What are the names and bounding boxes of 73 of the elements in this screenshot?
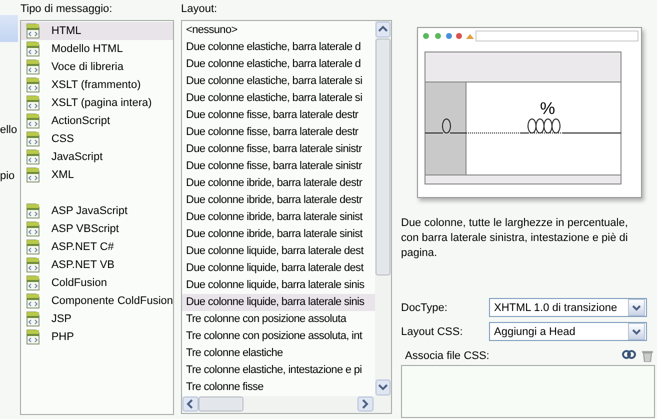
message-type-item[interactable]: ColdFusion [21,274,173,292]
message-type-item[interactable]: JSP [21,310,173,328]
layout-item[interactable]: Due colonne elastiche, barra laterale d [182,56,375,73]
link-icon[interactable] [622,350,636,359]
document-icon [25,329,42,345]
document-icon [25,275,42,291]
layout-css-select[interactable]: Aggiungi a Head [489,322,647,341]
message-type-item[interactable]: XSLT (pagina intera) [21,94,173,112]
layout-item[interactable]: Due colonne fisse, barra laterale sinistr [182,158,375,175]
layout-item[interactable]: Due colonne liquide, barra laterale sinis [182,294,375,311]
layout-item[interactable]: Due colonne ibride, barra laterale sinist [182,209,375,226]
layout-css-label: Layout CSS: [401,326,464,338]
layout-item[interactable]: Due colonne liquide, barra laterale sinis [182,277,375,294]
document-icon [25,293,42,309]
document-icon [25,239,42,255]
attach-css-label: Associa file CSS: [405,350,490,362]
document-icon [25,23,42,39]
doctype-label: DocType: [401,302,448,314]
layout-item[interactable]: Due colonne ibride, barra laterale destr [182,192,375,209]
message-type-item[interactable]: HTML [21,22,173,40]
document-icon [25,113,42,129]
layout-description: Due colonne, tutte le larghezze in percentuale, con barra laterale sinistra, intestazione e piè di pagina. [401,216,629,261]
trash-icon[interactable] [642,350,653,362]
layout-item[interactable]: Due colonne elastiche, barra laterale d [182,39,375,56]
layout-item[interactable]: Due colonne ibride, barra laterale destr [182,175,375,192]
doctype-select[interactable]: XHTML 1.0 di transizione [489,298,647,317]
message-type-item[interactable]: CSS [21,130,173,148]
message-type-item[interactable]: Voce di libreria [21,58,173,76]
document-icon [25,221,42,237]
message-type-item[interactable]: JavaScript [21,148,173,166]
message-type-item[interactable]: ASP.NET C# [21,238,173,256]
layout-item[interactable]: Tre colonne elastiche [182,345,375,362]
layout-item[interactable]: Tre colonne con posizione assoluta, int [182,328,375,345]
layout-label: Layout: [181,3,218,17]
document-icon [25,257,42,273]
message-type-item[interactable]: PHP [21,328,173,346]
message-type-item[interactable]: Componente ColdFusion [21,292,173,310]
message-type-item[interactable]: ActionScript [21,112,173,130]
document-icon [25,311,42,327]
layout-item[interactable]: Due colonne ibride, barra laterale sinist [182,226,375,243]
layout-item[interactable]: Due colonne fisse, barra laterale destr [182,107,375,124]
category-item[interactable]: pio [0,169,18,183]
message-type-item[interactable]: XSLT (frammento) [21,76,173,94]
layout-item[interactable]: Tre colonne con posizione assoluta [182,311,375,328]
message-type-item[interactable]: ASP.NET VB [21,256,173,274]
document-icon [25,41,42,57]
layout-item[interactable]: Tre colonne fisse [182,379,375,396]
document-icon [25,77,42,93]
layout-item[interactable]: Due colonne liquide, barra laterale dest [182,260,375,277]
horizontal-scrollbar[interactable] [182,396,391,413]
vertical-scrollbar[interactable] [375,21,391,396]
css-file-list[interactable] [401,365,655,418]
layout-item[interactable]: Due colonne fisse, barra laterale sinistr [182,141,375,158]
message-type-item[interactable]: Modello HTML [21,40,173,58]
percent-symbol: % [540,100,556,118]
layout-item[interactable]: <nessuno> [182,22,375,39]
document-icon [25,59,42,75]
layout-item[interactable]: Due colonne liquide, barra laterale dest [182,243,375,260]
document-icon [25,95,42,111]
document-icon [25,203,42,219]
document-icon [25,149,42,165]
layout-item[interactable]: Due colonne fisse, barra laterale destr [182,124,375,141]
selected-category-highlight[interactable] [0,15,18,42]
layout-item[interactable]: Due colonne elastiche, barra laterale si [182,90,375,107]
document-icon [25,131,42,147]
category-item[interactable]: ello [0,123,18,137]
message-type-item[interactable]: XML [21,166,173,184]
layout-item[interactable]: Due colonne elastiche, barra laterale si [182,73,375,90]
message-type-label: Tipo di messaggio: [20,3,114,17]
layout-item[interactable]: Tre colonne elastiche, intestazione e pi [182,362,375,379]
message-type-item[interactable]: ASP VBScript [21,220,173,238]
message-type-item[interactable]: ASP JavaScript [21,202,173,220]
document-icon [25,167,42,183]
